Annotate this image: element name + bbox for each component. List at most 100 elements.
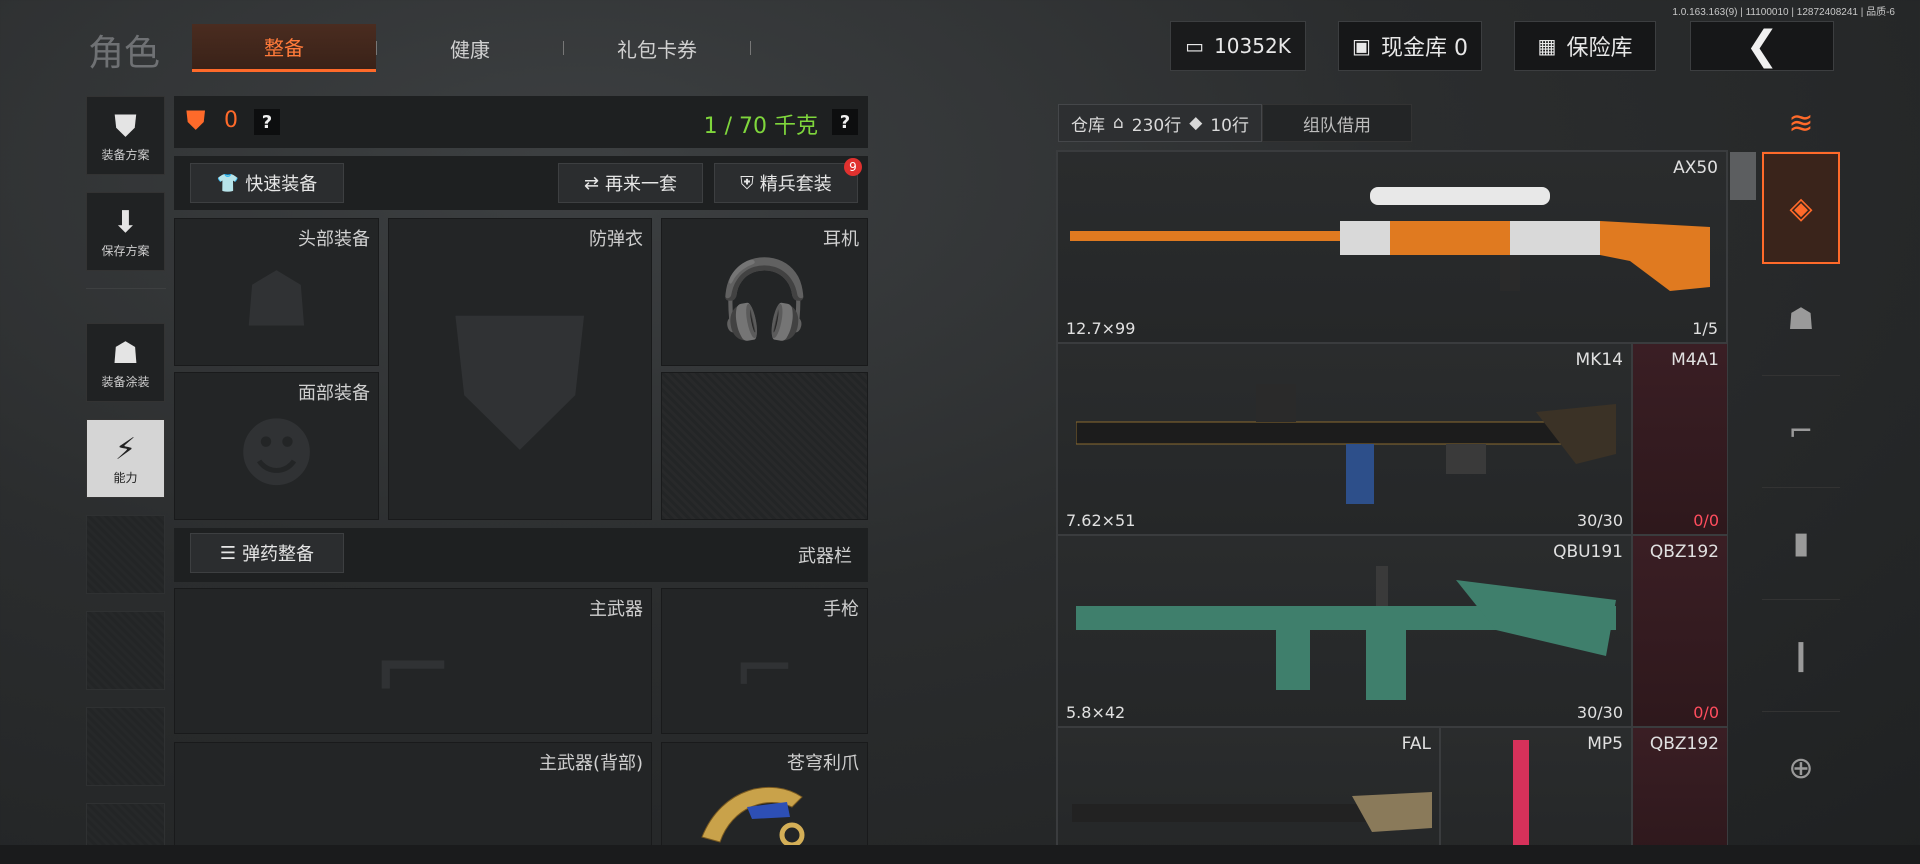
ammo-prep-button[interactable]: ☰ 弹药整备 <box>190 533 344 573</box>
smg-icon <box>1513 740 1529 849</box>
scope-icon[interactable]: ⊕ <box>1762 712 1840 824</box>
melee-slot[interactable]: 苍穹利爪 <box>661 742 868 847</box>
tab-bar: 整备 健康 礼包卡券 <box>192 24 751 72</box>
face-slot[interactable]: ☻ 面部装备 <box>174 372 379 520</box>
item-count: 1/5 <box>1692 319 1718 338</box>
bottom-bar <box>0 845 1920 864</box>
gear-paint-button[interactable]: ☗ 装备涂装 <box>86 323 165 402</box>
item-m4a1[interactable]: M4A1 0/0 <box>1632 343 1727 535</box>
pistol-label: 手枪 <box>823 599 859 620</box>
sniper-rifle-icon <box>1070 187 1710 291</box>
headset-slot-label: 耳机 <box>823 229 859 250</box>
ability-label: 能力 <box>113 470 138 485</box>
tab-packs[interactable]: 礼包卡券 <box>564 24 750 72</box>
safe-button[interactable]: ▦ 保险库 <box>1514 21 1656 71</box>
bullet-icon[interactable]: ❙ <box>1762 600 1840 712</box>
face-slot-label: 面部装备 <box>298 383 370 404</box>
repeat-icon: ⇄ <box>583 172 600 194</box>
loadout-plan-button[interactable]: ⛊ 装备方案 <box>86 96 165 175</box>
headset-slot[interactable]: 🎧 耳机 <box>661 218 868 366</box>
ticket-icon: ◆ <box>1189 113 1203 133</box>
save-plan-button[interactable]: ⬇ 保存方案 <box>86 192 165 271</box>
layers-icon[interactable]: ◈ <box>1762 152 1840 264</box>
item-qbu191[interactable]: QBU191 5.8×42 30/30 <box>1057 535 1632 727</box>
vest-icon: ⛊ <box>114 108 137 144</box>
item-ax50[interactable]: AX50 12.7×99 1/5 <box>1057 151 1727 343</box>
safe-label: 保险库 <box>1566 36 1633 61</box>
head-slot-label: 头部装备 <box>298 229 370 250</box>
tab-loadout[interactable]: 整备 <box>192 24 376 72</box>
rifle-icon <box>1076 384 1616 504</box>
primary-back-slot[interactable]: 主武器(背部) <box>174 742 652 846</box>
weight-help-icon[interactable]: ? <box>832 109 858 135</box>
rifle-icon <box>1076 566 1616 700</box>
primary-weapon-label: 主武器 <box>589 599 643 620</box>
item-mk14[interactable]: MK14 7.62×51 30/30 <box>1057 343 1632 535</box>
shirt-icon: 👕 <box>216 172 240 194</box>
item-qbz192[interactable]: QBZ192 0/0 <box>1632 535 1727 727</box>
tab-health[interactable]: 健康 <box>377 24 563 72</box>
layers-refresh-icon[interactable]: ≋ <box>1762 96 1840 152</box>
build-info: 1.0.163.163(9) | 11100010 | 12872408241 … <box>1672 7 1895 18</box>
empty-nav-slot <box>86 515 165 594</box>
quick-equip-label: 快速装备 <box>245 174 318 195</box>
primary-weapon-slot[interactable]: ⌐ 主武器 <box>174 588 652 734</box>
armor-slot[interactable]: ⛊ 防弹衣 <box>388 218 652 520</box>
item-name: MP5 <box>1587 734 1623 754</box>
armor-icon: ⛊ <box>186 106 206 136</box>
elite-badge: 9 <box>844 158 862 176</box>
weight-display: 1 / 70 千克 <box>703 114 818 139</box>
download-icon: ⬇ <box>112 204 139 240</box>
item-count: 0/0 <box>1693 703 1719 722</box>
rifle-icon <box>1072 792 1432 832</box>
armor-help-icon[interactable]: ? <box>254 109 280 135</box>
currency-display[interactable]: ▭ 10352K <box>1170 21 1306 71</box>
pistol-icon: ⌐ <box>732 623 797 713</box>
warehouse-label: 仓库 <box>1071 115 1105 136</box>
ability-button[interactable]: ⚡ 能力 <box>86 419 165 498</box>
karambit-icon <box>701 786 805 847</box>
chevron-left-icon: ❮ <box>1745 23 1779 69</box>
head-slot[interactable]: ☗ 头部装备 <box>174 218 379 366</box>
vest-icon: ⛊ <box>452 278 588 488</box>
tab-team-borrow[interactable]: 组队借用 <box>1261 104 1412 142</box>
warehouse-scrollbar[interactable] <box>1730 152 1756 200</box>
empty-nav-slot <box>86 611 165 690</box>
helmet-icon[interactable]: ☗ <box>1762 264 1840 376</box>
rifle-icon[interactable]: ⌐ <box>1762 376 1840 488</box>
warehouse-tabs: 仓库 ⌂ 230行 ◆ 10行 组队借用 <box>1058 104 1412 142</box>
item-count: 30/30 <box>1576 511 1623 530</box>
item-name: MK14 <box>1575 350 1623 370</box>
currency-amount: 10352K <box>1214 34 1291 58</box>
loadout-header: ⛊ 0 ? 1 / 70 千克 ? <box>174 96 868 148</box>
item-qbz192-2[interactable]: QBZ192 <box>1632 727 1727 849</box>
cash-vault-button[interactable]: ▣ 现金库 0 <box>1338 21 1482 71</box>
item-name: FAL <box>1401 734 1431 754</box>
category-bar: ≋ ◈ ☗ ⌐ ▮ ❙ ⊕ <box>1762 96 1840 824</box>
item-name: QBZ192 <box>1649 734 1719 754</box>
cash-icon: ▭ <box>1185 34 1205 58</box>
item-fal[interactable]: FAL <box>1057 727 1440 849</box>
helmet-icon: ☗ <box>242 254 311 344</box>
ammo-prep-label: 弹药整备 <box>242 544 315 565</box>
magazine-icon[interactable]: ▮ <box>1762 488 1840 600</box>
item-name: AX50 <box>1673 158 1718 178</box>
left-nav: ⛊ 装备方案 ⬇ 保存方案 ☗ 装备涂装 ⚡ 能力 <box>86 96 166 864</box>
empty-nav-slot <box>86 707 165 786</box>
tab-separator <box>750 41 751 55</box>
item-count: 30/30 <box>1576 703 1623 722</box>
elite-kit-button[interactable]: ⛨ 精兵套装 <box>714 163 858 203</box>
item-count: 0/0 <box>1693 511 1719 530</box>
pistol-slot[interactable]: ⌐ 手枪 <box>661 588 868 734</box>
back-button[interactable]: ❮ <box>1690 21 1834 71</box>
weapon-bar-header: ☰ 弹药整备 武器栏 <box>174 528 868 582</box>
quick-equip-button[interactable]: 👕 快速装备 <box>190 163 344 203</box>
loadout-plan-label: 装备方案 <box>101 147 150 162</box>
warehouse-rows-extra: 10行 <box>1210 115 1249 136</box>
tab-warehouse[interactable]: 仓库 ⌂ 230行 ◆ 10行 <box>1058 104 1262 142</box>
ammo-icon: ☰ <box>219 542 237 564</box>
item-name: QBU191 <box>1553 542 1623 562</box>
item-mp5[interactable]: MP5 <box>1440 727 1632 849</box>
repeat-loadout-button[interactable]: ⇄ 再来一套 <box>558 163 703 203</box>
safe-icon: ▦ <box>1537 34 1557 58</box>
